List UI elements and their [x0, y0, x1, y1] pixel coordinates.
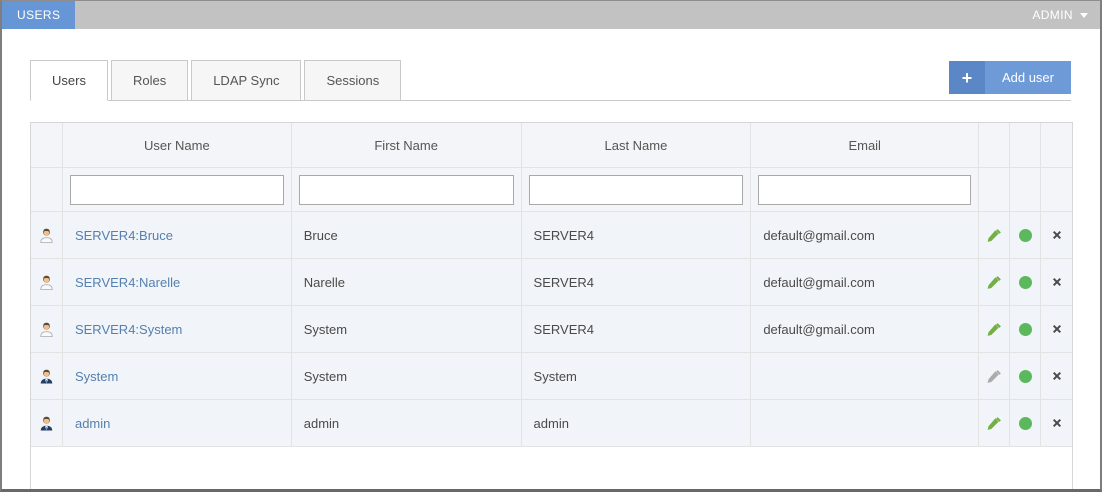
edit-button[interactable]	[979, 400, 1011, 447]
email-cell	[751, 353, 980, 400]
delete-button[interactable]	[1041, 259, 1072, 306]
pencil-icon	[987, 322, 1001, 336]
status-toggle[interactable]	[1010, 259, 1042, 306]
filter-first-name-input[interactable]	[298, 174, 514, 205]
filter-email-input[interactable]	[758, 174, 972, 205]
user-icon	[40, 322, 53, 337]
first-name-cell: System	[291, 306, 522, 353]
plus-icon: +	[948, 61, 985, 94]
table-row: SERVER4:Bruce Bruce SERVER4 default@gmai…	[31, 212, 1072, 259]
green-dot-icon	[1018, 275, 1032, 289]
col-header-last-name: Last Name	[521, 123, 752, 168]
tab-strip: Users Roles LDAP Sync Sessions + Add use…	[30, 60, 1071, 101]
last-name-cell: SERVER4	[521, 212, 752, 259]
col-header-edit	[979, 123, 1011, 168]
first-name-cell: Narelle	[291, 259, 522, 306]
tabs: Users Roles LDAP Sync Sessions	[30, 60, 1071, 101]
module-tab-users[interactable]: USERS	[2, 1, 76, 29]
user-icon	[40, 228, 53, 243]
status-toggle[interactable]	[1010, 353, 1042, 400]
last-name-cell: admin	[521, 400, 752, 447]
user-name-link[interactable]: SERVER4:Bruce	[75, 228, 173, 243]
table-header-row: User Name First Name Last Name Email	[31, 123, 1072, 168]
table-row: SERVER4:Narelle Narelle SERVER4 default@…	[31, 259, 1072, 306]
first-name-cell: System	[291, 353, 522, 400]
top-bar: USERS ADMIN	[2, 1, 1100, 29]
green-dot-icon	[1018, 228, 1032, 242]
last-name-cell: SERVER4	[521, 259, 752, 306]
x-icon	[1052, 231, 1061, 239]
user-name-link[interactable]: admin	[75, 416, 110, 431]
add-user-label: Add user	[1001, 70, 1054, 85]
user-icon	[40, 275, 53, 290]
tab-roles[interactable]: Roles	[110, 60, 189, 101]
filter-row	[31, 168, 1072, 212]
admin-menu[interactable]: ADMIN	[1020, 1, 1100, 29]
status-toggle[interactable]	[1010, 212, 1042, 259]
last-name-cell: SERVER4	[521, 306, 752, 353]
first-name-cell: Bruce	[291, 212, 522, 259]
pencil-icon	[987, 416, 1001, 430]
x-icon	[1052, 419, 1061, 427]
delete-button[interactable]	[1041, 400, 1072, 447]
email-cell: default@gmail.com	[751, 259, 980, 306]
green-dot-icon	[1018, 322, 1032, 336]
user-name-link[interactable]: System	[75, 369, 118, 384]
delete-button[interactable]	[1041, 212, 1072, 259]
col-header-first-name: First Name	[291, 123, 522, 168]
table-row: SERVER4:System System SERVER4 default@gm…	[31, 306, 1072, 353]
col-header-delete	[1041, 123, 1072, 168]
user-suit-icon	[40, 369, 53, 384]
delete-button[interactable]	[1041, 353, 1072, 400]
last-name-cell: System	[521, 353, 752, 400]
x-icon	[1052, 372, 1061, 380]
edit-button[interactable]	[979, 259, 1011, 306]
tab-ldap-sync[interactable]: LDAP Sync	[191, 60, 302, 101]
tab-users[interactable]: Users	[30, 60, 108, 101]
table-row: System System System	[31, 353, 1072, 400]
user-suit-icon	[40, 416, 53, 431]
status-toggle[interactable]	[1010, 306, 1042, 353]
pencil-icon	[987, 275, 1001, 289]
email-cell	[751, 400, 980, 447]
user-name-link[interactable]: SERVER4:Narelle	[75, 275, 180, 290]
edit-button[interactable]	[979, 353, 1011, 400]
app-window: USERS ADMIN Users Roles LDAP Sync Sessio…	[0, 0, 1102, 492]
pencil-icon	[987, 228, 1001, 242]
col-header-icon	[31, 123, 63, 168]
add-user-button[interactable]: + Add user	[948, 61, 1071, 94]
user-name-link[interactable]: SERVER4:System	[75, 322, 182, 337]
filter-last-name-input[interactable]	[528, 174, 744, 205]
pencil-icon	[987, 369, 1001, 383]
col-header-user-name: User Name	[62, 123, 292, 168]
edit-button[interactable]	[979, 212, 1011, 259]
table-row: admin admin admin	[31, 400, 1072, 447]
delete-button[interactable]	[1041, 306, 1072, 353]
filter-user-name-input[interactable]	[69, 174, 284, 205]
status-toggle[interactable]	[1010, 400, 1042, 447]
caret-down-icon	[1080, 12, 1088, 18]
email-cell: default@gmail.com	[751, 306, 980, 353]
table-body: SERVER4:Bruce Bruce SERVER4 default@gmai…	[31, 212, 1072, 447]
x-icon	[1052, 278, 1061, 286]
admin-menu-label: ADMIN	[1032, 8, 1073, 22]
tab-sessions[interactable]: Sessions	[304, 60, 402, 101]
users-table: User Name First Name Last Name Email SER…	[30, 122, 1073, 489]
green-dot-icon	[1018, 416, 1032, 430]
col-header-status	[1010, 123, 1042, 168]
green-dot-icon	[1018, 369, 1032, 383]
edit-button[interactable]	[979, 306, 1011, 353]
x-icon	[1052, 325, 1061, 333]
first-name-cell: admin	[291, 400, 522, 447]
email-cell: default@gmail.com	[751, 212, 980, 259]
col-header-email: Email	[751, 123, 980, 168]
